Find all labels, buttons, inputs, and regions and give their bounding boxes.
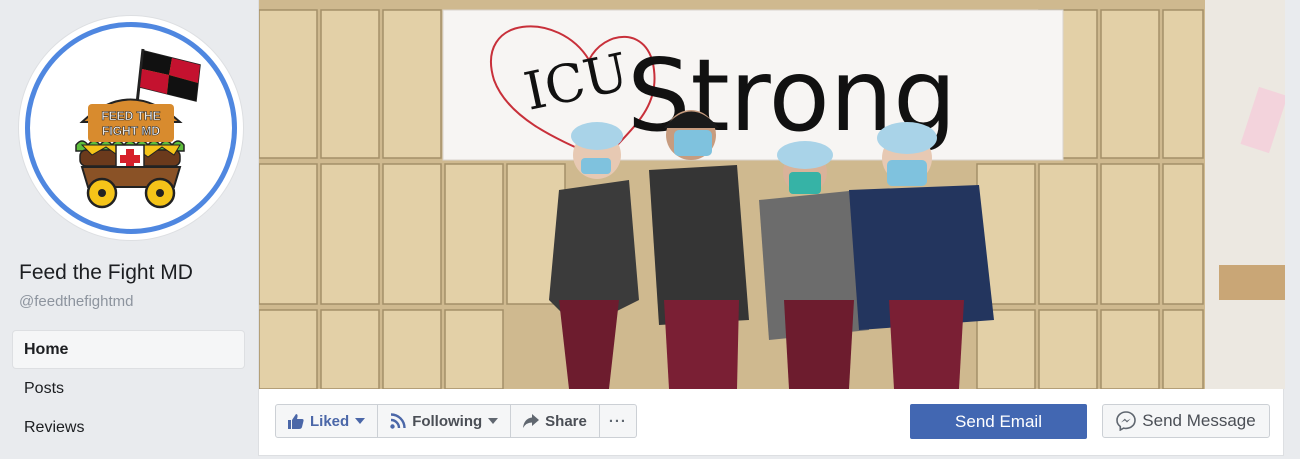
svg-text:FEED THE: FEED THE xyxy=(101,109,160,123)
page-handle[interactable]: @feedthefightmd xyxy=(19,293,133,310)
feed-the-fight-logo: FEED THE FIGHT MD xyxy=(75,48,201,209)
thumbs-up-icon xyxy=(288,413,304,429)
more-options-button[interactable]: ··· xyxy=(600,405,636,437)
more-dots-icon: ··· xyxy=(608,412,627,430)
page-header-card: ICU Strong Liked Following Share ··· Sen… xyxy=(258,0,1285,456)
messenger-icon xyxy=(1116,411,1137,431)
send-email-button[interactable]: Send Email xyxy=(910,404,1087,439)
share-button[interactable]: Share xyxy=(511,405,600,437)
rss-feed-icon xyxy=(390,413,406,429)
following-button[interactable]: Following xyxy=(378,405,512,437)
liked-label: Liked xyxy=(310,412,350,430)
send-message-button[interactable]: Send Message xyxy=(1102,404,1270,438)
chevron-down-icon xyxy=(355,418,366,424)
page-action-buttons: Liked Following Share ··· xyxy=(275,404,637,438)
share-arrow-icon xyxy=(523,414,540,428)
profile-picture[interactable]: FEED THE FIGHT MD xyxy=(19,16,243,240)
nav-item-reviews[interactable]: Reviews xyxy=(13,409,244,446)
cover-photo[interactable]: ICU Strong xyxy=(259,0,1285,389)
avatar-ring: FEED THE FIGHT MD xyxy=(25,22,237,234)
page-name[interactable]: Feed the Fight MD xyxy=(19,261,193,285)
maryland-flag-icon xyxy=(139,50,201,102)
following-label: Following xyxy=(412,412,483,430)
send-message-label: Send Message xyxy=(1142,411,1256,430)
page-actions-bar: Liked Following Share ··· Send Email Sen… xyxy=(259,389,1285,455)
liked-button[interactable]: Liked xyxy=(276,405,379,437)
page-nav: Home Posts Reviews xyxy=(13,331,244,448)
nav-item-posts[interactable]: Posts xyxy=(13,370,244,407)
chevron-down-icon xyxy=(488,418,499,424)
left-sidebar: FEED THE FIGHT MD Feed the Fight MD @fee… xyxy=(0,0,258,459)
svg-text:FIGHT MD: FIGHT MD xyxy=(102,124,160,138)
cover-photo-image: ICU Strong xyxy=(259,0,1285,389)
share-label: Share xyxy=(545,412,587,430)
nav-item-home[interactable]: Home xyxy=(13,331,244,368)
